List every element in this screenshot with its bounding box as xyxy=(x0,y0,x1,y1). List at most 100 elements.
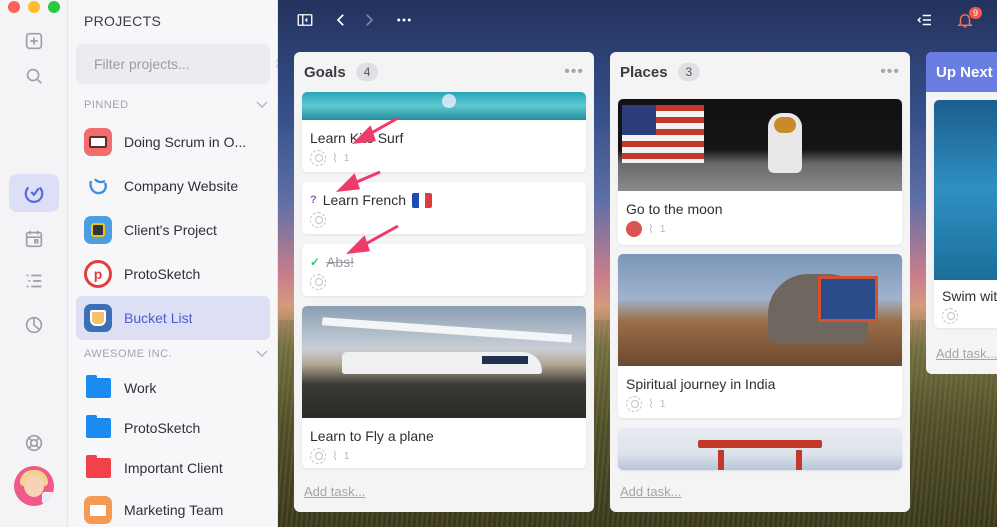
card-title: Go to the moon xyxy=(626,201,723,217)
forward-button[interactable] xyxy=(358,10,380,30)
help-button[interactable] xyxy=(9,424,59,462)
workspace-badge-icon xyxy=(42,492,54,504)
board-toolbar: 9 xyxy=(278,0,997,40)
chevron-down-icon xyxy=(256,350,268,358)
filter-projects-box[interactable]: ⌘P xyxy=(76,44,295,84)
status-question-icon[interactable]: ? xyxy=(310,194,317,206)
assignee-avatar[interactable] xyxy=(626,221,642,237)
list-icon xyxy=(26,274,42,288)
attachment-count: 1 xyxy=(343,450,350,462)
project-label: Company Website xyxy=(124,178,239,194)
sidebar-title: PROJECTS xyxy=(84,13,162,29)
add-task-link[interactable]: Add task... xyxy=(620,484,681,499)
folder-icon xyxy=(84,374,112,402)
column-menu-icon[interactable]: ••• xyxy=(564,63,584,81)
project-label: Bucket List xyxy=(124,310,193,326)
lifebuoy-icon xyxy=(25,434,43,452)
notifications-button[interactable]: 9 xyxy=(954,7,982,30)
project-item[interactable]: Marketing Team xyxy=(76,488,270,527)
task-card[interactable]: Swim wit xyxy=(934,100,997,328)
attachment-count: 1 xyxy=(659,398,666,410)
task-card[interactable] xyxy=(618,428,902,470)
card-title: Spiritual journey in India xyxy=(626,376,776,392)
card-cover-image xyxy=(618,254,902,366)
project-item[interactable]: Doing Scrum in O... xyxy=(76,120,270,164)
pie-chart-icon xyxy=(25,316,43,334)
scrum-app-icon xyxy=(84,128,112,156)
project-item[interactable]: Work xyxy=(76,366,270,410)
column-title: Places xyxy=(620,63,668,81)
close-window-button[interactable] xyxy=(8,1,20,13)
new-item-icon xyxy=(25,32,43,50)
column-header: Places 3 ••• xyxy=(610,52,910,92)
paperclip-icon: ⌇ xyxy=(332,449,338,463)
check-circle-icon xyxy=(24,186,44,203)
new-item-button[interactable] xyxy=(9,22,59,60)
project-item[interactable]: Company Website xyxy=(76,164,270,208)
add-task-link[interactable]: Add task... xyxy=(936,346,997,361)
folder-icon xyxy=(84,414,112,442)
project-item[interactable]: Client's Project xyxy=(76,208,270,252)
project-label: Client's Project xyxy=(124,222,217,238)
back-button[interactable] xyxy=(330,10,352,30)
column-menu-icon[interactable]: ••• xyxy=(880,63,900,81)
attachment-count: 1 xyxy=(659,223,666,235)
swirl-logo-icon xyxy=(84,172,112,200)
zoom-window-button[interactable] xyxy=(48,1,60,13)
project-label: ProtoSketch xyxy=(124,420,201,436)
project-item[interactable]: ProtoSketch xyxy=(76,406,270,450)
section-awesome-inc[interactable]: AWESOME INC. xyxy=(84,348,268,360)
project-label: Work xyxy=(124,380,157,396)
chevron-right-icon xyxy=(366,14,374,26)
project-item[interactable]: Important Client xyxy=(76,446,270,490)
search-button[interactable] xyxy=(9,57,59,95)
card-cover-image xyxy=(934,100,997,280)
column-title: Up Next xyxy=(936,63,993,81)
task-card[interactable]: Go to the moon ⌇ 1 xyxy=(618,99,902,245)
reports-nav-button[interactable] xyxy=(9,306,59,344)
project-item[interactable]: p ProtoSketch xyxy=(76,252,270,296)
card-title: Swim wit xyxy=(942,288,997,304)
window-controls xyxy=(8,1,60,13)
column-title: Goals xyxy=(304,63,346,81)
task-card[interactable]: Learn to Fly a plane ⌇ 1 xyxy=(302,306,586,468)
task-card[interactable]: Spiritual journey in India ⌇ 1 xyxy=(618,254,902,418)
assignee-icon[interactable] xyxy=(626,396,642,412)
paperclip-icon: ⌇ xyxy=(648,222,654,236)
search-icon xyxy=(26,68,42,84)
column-header: Up Next xyxy=(926,52,997,92)
projects-nav-button[interactable] xyxy=(9,174,59,212)
annotation-arrows xyxy=(335,116,399,254)
activity-list-icon xyxy=(917,14,931,26)
assignee-icon[interactable] xyxy=(310,274,326,290)
add-task-link[interactable]: Add task... xyxy=(304,484,365,499)
more-dots-icon xyxy=(397,18,411,22)
project-item-active[interactable]: Bucket List xyxy=(76,296,270,340)
project-label: Doing Scrum in O... xyxy=(124,134,247,150)
column-header: Goals 4 ••• xyxy=(294,52,594,92)
protosketch-logo-icon: p xyxy=(84,260,112,288)
card-cover-image xyxy=(302,306,586,418)
project-label: Marketing Team xyxy=(124,502,224,518)
list-nav-button[interactable] xyxy=(9,262,59,300)
toggle-sidebar-button[interactable] xyxy=(294,10,316,30)
column-up-next: Up Next Swim wit Add task... xyxy=(926,52,997,374)
projects-sidebar: PROJECTS ⌘P PINNED Doing Scrum in O... C… xyxy=(68,0,295,527)
calendar-icon xyxy=(25,230,43,248)
minimize-window-button[interactable] xyxy=(28,1,40,13)
user-avatar[interactable] xyxy=(14,466,54,506)
card-cover-image xyxy=(618,99,902,191)
assignee-icon[interactable] xyxy=(942,308,958,324)
calendar-nav-button[interactable] xyxy=(9,220,59,258)
bucket-icon xyxy=(84,304,112,332)
activity-list-button[interactable] xyxy=(914,10,936,30)
section-label: PINNED xyxy=(84,99,129,111)
section-pinned[interactable]: PINNED xyxy=(84,99,268,111)
card-title: Learn to Fly a plane xyxy=(310,428,434,444)
chevron-down-icon xyxy=(256,101,268,109)
sidebar-toggle-icon xyxy=(297,14,313,26)
folder-icon xyxy=(84,454,112,482)
more-options-button[interactable] xyxy=(393,10,415,30)
filter-projects-input[interactable] xyxy=(94,56,275,72)
assignee-icon[interactable] xyxy=(310,448,326,464)
